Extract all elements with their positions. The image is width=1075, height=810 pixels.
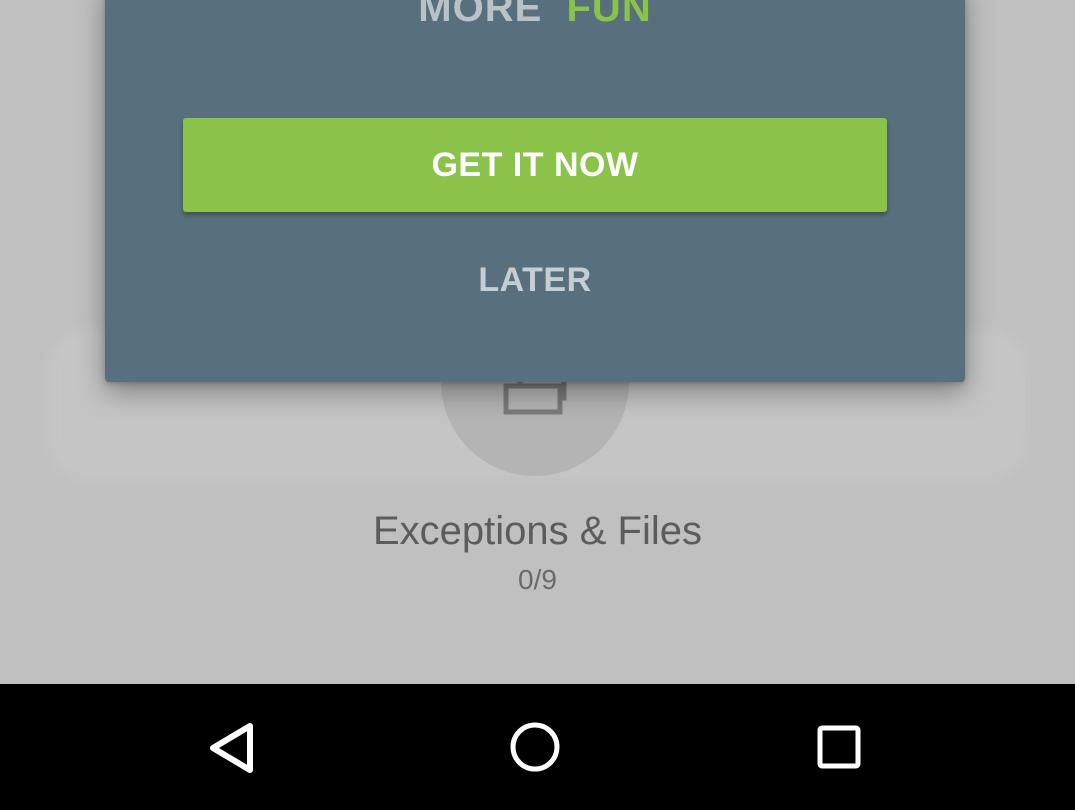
- back-button[interactable]: [172, 684, 292, 810]
- dialog-headline: MORE FUN: [105, 0, 965, 30]
- category-count: 0/9: [518, 564, 557, 595]
- screen: Exceptions & Files 0/9 MORE FUN GET IT N…: [0, 0, 1075, 810]
- recents-square-icon: [817, 725, 861, 769]
- home-circle-icon: [510, 722, 560, 772]
- back-triangle-icon: [210, 723, 253, 773]
- promo-dialog: MORE FUN GET IT NOW LATER: [105, 0, 965, 382]
- home-button[interactable]: [475, 684, 595, 810]
- headline-word-fun: FUN: [566, 0, 652, 30]
- recents-button[interactable]: [779, 684, 899, 810]
- category-title: Exceptions & Files: [372, 509, 703, 553]
- get-it-now-button[interactable]: GET IT NOW: [183, 118, 887, 212]
- later-button[interactable]: LATER: [435, 250, 635, 310]
- headline-word-more: MORE: [418, 0, 543, 30]
- navigation-bar: [0, 684, 1075, 810]
